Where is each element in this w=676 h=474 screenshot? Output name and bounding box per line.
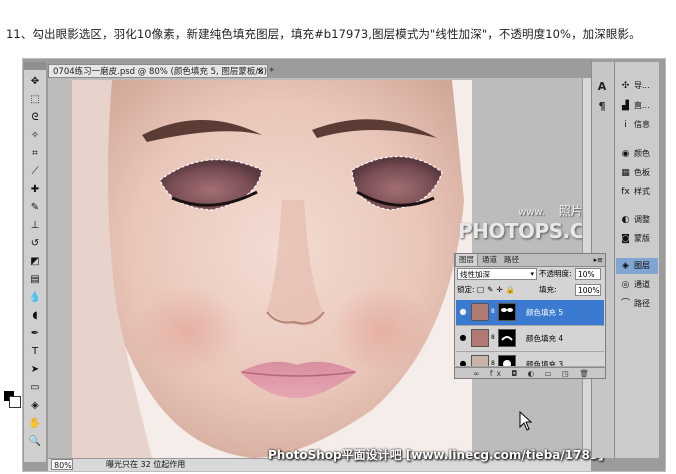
adjustments-icon: ◐ — [621, 215, 630, 225]
color-panel-button[interactable]: ◉ 颜色 — [616, 146, 658, 162]
zoom-tool-icon[interactable]: 🔍 — [27, 434, 43, 448]
layer-mask-thumbnail[interactable] — [498, 303, 516, 321]
layer-mask-thumbnail[interactable] — [498, 355, 516, 366]
link-icon: 8 — [491, 308, 495, 315]
chevron-down-icon: ▾ — [530, 270, 534, 278]
clone-stamp-tool-icon[interactable]: ⊥ — [27, 218, 43, 232]
layer-color-thumbnail — [471, 303, 489, 321]
layer-row[interactable]: ● 8 颜色填充 4 — [456, 326, 604, 352]
layer-color-thumbnail — [471, 355, 489, 366]
layer-name: 颜色填充 4 — [526, 334, 564, 343]
navigator-icon: ✣ — [621, 81, 630, 91]
close-icon[interactable]: × — [256, 65, 264, 79]
layer-color-thumbnail — [471, 329, 489, 347]
fill-field[interactable]: 100% — [575, 284, 601, 296]
tab-paths[interactable]: 路径 — [501, 254, 522, 266]
eraser-tool-icon[interactable]: ◩ — [27, 254, 43, 268]
info-panel-button[interactable]: i 信息 — [616, 117, 658, 133]
face-photo — [72, 80, 472, 458]
mask-shape-icon — [503, 360, 511, 366]
channels-panel-button[interactable]: ◎ 通道 — [616, 277, 658, 293]
tools-panel: ✥ ⬚ ᘓ ✧ ⌗ ⟋ ✚ ✎ ⊥ ↺ ◩ ▤ 💧 ◖ ✒ T ➤ ▭ ◈ ✋ … — [24, 62, 47, 462]
background-color-swatch[interactable] — [9, 396, 21, 408]
eye-icon[interactable]: ● — [458, 307, 468, 317]
gradient-tool-icon[interactable]: ▤ — [27, 272, 43, 286]
adjustments-panel-button[interactable]: ◐ 调整 — [616, 212, 658, 228]
character-panel-icon[interactable]: A — [594, 78, 610, 94]
quick-select-tool-icon[interactable]: ✧ — [27, 128, 43, 142]
layer-row[interactable]: ● 8 颜色填充 3 — [456, 352, 604, 367]
tutorial-instruction: 11、勾出眼影选区，羽化10像素，新建纯色填充图层，填充#b17973,图层模式… — [6, 27, 641, 41]
tab-layers[interactable]: 图层 — [455, 254, 478, 266]
paths-panel-button[interactable]: ⌒ 路径 — [616, 296, 658, 312]
layer-name: 颜色填充 3 — [526, 360, 564, 367]
link-icon: 8 — [491, 334, 495, 341]
lock-row: 锁定: □✎✛🔒 填充: 100% — [457, 284, 603, 297]
type-tool-icon[interactable]: T — [27, 344, 43, 358]
color-icon: ◉ — [621, 149, 630, 159]
swatches-icon: ▦ — [621, 168, 630, 178]
status-info: 曝光只在 32 位起作用 — [106, 460, 186, 469]
blend-mode-value: 线性加深 — [460, 270, 490, 279]
styles-panel-button[interactable]: fx 样式 — [616, 184, 658, 200]
eyedropper-tool-icon[interactable]: ⟋ — [27, 164, 43, 178]
layers-icon: ◈ — [622, 261, 629, 271]
eye-icon[interactable]: ● — [458, 359, 468, 366]
histogram-panel-button[interactable]: ▟ 直... — [616, 98, 658, 114]
site-watermark-dots: www. — [518, 207, 545, 218]
3d-tool-icon[interactable]: ◈ — [27, 398, 43, 412]
crop-tool-icon[interactable]: ⌗ — [27, 146, 43, 160]
move-tool-icon[interactable]: ✥ — [27, 74, 43, 88]
channels-icon: ◎ — [621, 280, 630, 290]
tab-channels[interactable]: 通道 — [479, 254, 500, 266]
shape-tool-icon[interactable]: ▭ — [27, 380, 43, 394]
masks-icon: ◙ — [621, 234, 630, 244]
blend-row: 线性加深 ▾ 不透明度: 10% — [457, 268, 603, 281]
dodge-tool-icon[interactable]: ◖ — [27, 308, 43, 322]
lasso-tool-icon[interactable]: ᘓ — [27, 110, 43, 124]
histogram-icon: ▟ — [622, 101, 629, 111]
layer-row[interactable]: ● 8 颜色填充 5 — [456, 300, 604, 326]
layer-name: 颜色填充 5 — [526, 308, 564, 317]
mask-shape-icon — [501, 308, 513, 312]
marquee-tool-icon[interactable]: ⬚ — [27, 92, 43, 106]
layers-panel: 图层 通道 路径 ▸≡ 线性加深 ▾ 不透明度: 10% 锁定: □✎✛🔒 填充… — [454, 253, 606, 379]
brush-tool-icon[interactable]: ✎ — [27, 200, 43, 214]
layers-panel-tabs: 图层 通道 路径 ▸≡ — [455, 254, 605, 267]
opacity-field[interactable]: 10% — [575, 268, 601, 280]
document-tab[interactable]: 0704练习一磨皮.psd @ 80% (颜色填充 5, 图层蒙板/8) * × — [48, 64, 274, 79]
swatches-panel-button[interactable]: ▦ 色板 — [616, 165, 658, 181]
styles-icon: fx — [621, 187, 630, 197]
photo-canvas[interactable] — [72, 80, 472, 458]
layer-mask-thumbnail[interactable] — [498, 329, 516, 347]
mask-shape-icon — [501, 336, 513, 341]
layers-footer-icons[interactable]: ∞ fx ◘ ◐ ▭ ◳ 🗑 — [455, 367, 605, 378]
paragraph-panel-icon[interactable]: ¶ — [594, 98, 610, 114]
lock-icons[interactable]: □✎✛🔒 — [477, 284, 518, 296]
masks-panel-button[interactable]: ◙ 蒙版 — [616, 231, 658, 247]
layers-panel-button[interactable]: ◈ 图层 — [616, 258, 658, 274]
opacity-label: 不透明度: — [539, 269, 572, 278]
healing-brush-tool-icon[interactable]: ✚ — [27, 182, 43, 196]
tools-grip[interactable] — [24, 62, 46, 70]
eye-icon[interactable]: ● — [458, 333, 468, 343]
forum-watermark: PhotoShop平面设计吧 [www.linecg.com/tieba/178… — [268, 448, 604, 462]
lock-label: 锁定: — [457, 285, 475, 294]
document-tab-title: 0704练习一磨皮.psd @ 80% (颜色填充 5, 图层蒙板/8) * — [53, 67, 274, 77]
path-select-tool-icon[interactable]: ➤ — [27, 362, 43, 376]
hand-tool-icon[interactable]: ✋ — [27, 416, 43, 430]
info-icon: i — [624, 120, 627, 130]
link-icon: 8 — [491, 360, 495, 367]
blur-tool-icon[interactable]: 💧 — [27, 290, 43, 304]
panel-menu-icon[interactable]: ▸≡ — [594, 254, 603, 266]
pen-tool-icon[interactable]: ✒ — [27, 326, 43, 340]
blend-mode-select[interactable]: 线性加深 ▾ — [457, 268, 537, 280]
paths-icon: ⌒ — [620, 299, 630, 309]
history-brush-tool-icon[interactable]: ↺ — [27, 236, 43, 250]
zoom-level-field[interactable]: 80% — [51, 459, 73, 470]
mouse-cursor-icon — [519, 411, 533, 431]
fill-label: 填充: — [539, 285, 557, 294]
navigator-panel-button[interactable]: ✣ 导... — [616, 78, 658, 94]
